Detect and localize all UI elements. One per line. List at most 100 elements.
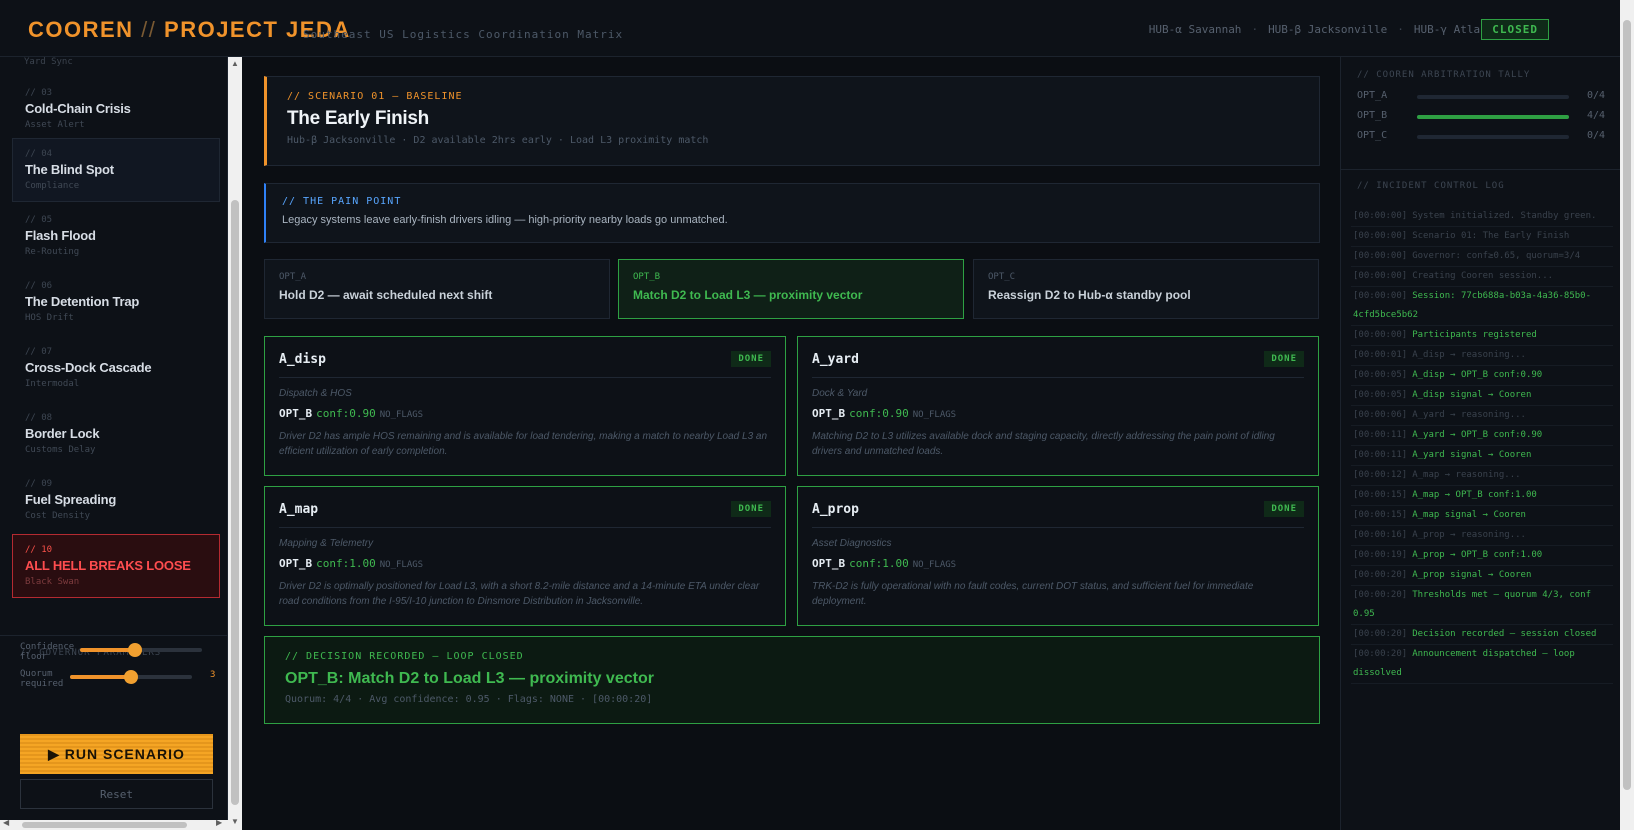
reset-button[interactable]: Reset (20, 779, 213, 809)
option-card-a[interactable]: OPT_A Hold D2 — await scheduled next shi… (264, 259, 610, 319)
scenario-subtitle: Black Swan (25, 577, 80, 587)
tally-label: OPT_B (1357, 110, 1388, 121)
quorum-control: Quorum required 3 (20, 669, 220, 689)
pain-point-text: Legacy systems leave early-finish driver… (282, 214, 728, 226)
vote-option: OPT_B (279, 407, 313, 420)
sidebar-horizontal-scrollbar[interactable]: ◀ ▶ (0, 818, 228, 830)
scrollbar-thumb[interactable] (1623, 20, 1631, 790)
option-card-b[interactable]: OPT_B Match D2 to Load L3 — proximity ve… (618, 259, 964, 319)
vote-flags: NO_FLAGS (379, 560, 424, 570)
brand-name: COOREN (28, 17, 134, 42)
log-timestamp: [00:00:15] (1353, 510, 1408, 520)
log-timestamp: [00:00:01] (1353, 350, 1408, 360)
log-entry: [00:00:20] Announcement dispatched — loop… (1351, 645, 1613, 684)
decision-card: // DECISION RECORDED — LOOP CLOSED OPT_B… (264, 636, 1320, 724)
page-scrollbar[interactable] (1620, 0, 1634, 830)
scroll-right-icon[interactable]: ▶ (216, 818, 222, 827)
log-message: A_prop signal → Cooren (1412, 570, 1532, 580)
scenario-item-07[interactable]: // 07 Cross-Dock Cascade Intermodal (12, 336, 220, 400)
scroll-down-icon[interactable]: ▼ (231, 817, 239, 826)
log-timestamp: [00:00:16] (1353, 530, 1408, 540)
sidebar-scrollbar[interactable]: ▲ ▼ (228, 57, 242, 830)
scenario-number: // 04 (25, 149, 53, 159)
scenario-item-08[interactable]: // 08 Border Lock Customs Delay (12, 402, 220, 466)
agent-role: Mapping & Telemetry (279, 538, 374, 549)
vote-confidence: conf:0.90 (316, 407, 376, 420)
slider-handle[interactable] (127, 643, 142, 657)
confidence-floor-slider[interactable] (80, 643, 202, 657)
agent-status-badge: DONE (1264, 351, 1304, 367)
slider-handle[interactable] (124, 670, 138, 684)
option-card-c[interactable]: OPT_C Reassign D2 to Hub-α standby pool (973, 259, 1319, 319)
log-entry: [00:00:00] Governor: conf≥0.65, quorum=3/… (1351, 247, 1613, 267)
scenario-card: // SCENARIO 01 — BASELINE The Early Fini… (264, 76, 1320, 166)
scenario-subtitle: HOS Drift (25, 313, 74, 323)
log-entry: [00:00:20] A_prop signal → Cooren (1351, 566, 1613, 586)
log-message: A_yard → reasoning... (1412, 410, 1526, 420)
scenario-title: The Detention Trap (25, 294, 140, 309)
vote-flags: NO_FLAGS (379, 410, 424, 420)
incident-log: [00:00:00] System initialized. Standby gr… (1351, 207, 1613, 684)
scenario-item-03[interactable]: // 03 Cold-Chain Crisis Asset Alert (12, 77, 220, 141)
top-bar: COOREN // PROJECT JEDA Southeast US Logi… (0, 0, 1620, 57)
tally-row-opt-b: OPT_B 4/4 (1357, 110, 1605, 124)
status-badge: CLOSED (1481, 19, 1549, 40)
hub-savannah[interactable]: HUB-α Savannah (1149, 23, 1242, 36)
scenario-subtitle: Cost Density (25, 511, 91, 521)
scenario-subtitle: Customs Delay (25, 445, 96, 455)
tally-bar-fill (1417, 115, 1569, 119)
agent-role: Dock & Yard (812, 388, 868, 399)
pain-point-heading: // THE PAIN POINT (282, 196, 402, 207)
log-entry: [00:00:15] A_map → OPT_B conf:1.00 (1351, 486, 1613, 506)
scenario-item-05[interactable]: // 05 Flash Flood Re-Routing (12, 204, 220, 268)
scenario-item-04[interactable]: // 04 The Blind Spot Compliance (12, 138, 220, 202)
tally-row-opt-c: OPT_C 0/4 (1357, 130, 1605, 144)
tally-row-opt-a: OPT_A 0/4 (1357, 90, 1605, 104)
hub-separator: · (1397, 23, 1404, 36)
log-entry: [00:00:00] Scenario 01: The Early Finish (1351, 227, 1613, 247)
log-entry: [00:00:15] A_map signal → Cooren (1351, 506, 1613, 526)
scroll-left-icon[interactable]: ◀ (3, 818, 9, 827)
agent-vote: OPT_B conf:0.90 NO_FLAGS (812, 407, 1304, 420)
scenario-item-06[interactable]: // 06 The Detention Trap HOS Drift (12, 270, 220, 334)
log-message: A_yard → OPT_B conf:0.90 (1412, 430, 1543, 440)
scroll-up-icon[interactable]: ▲ (231, 59, 239, 68)
log-message: A_map → OPT_B conf:1.00 (1412, 490, 1537, 500)
log-message: Governor: conf≥0.65, quorum=3/4 (1412, 251, 1581, 261)
log-entry: [00:00:01] A_disp → reasoning... (1351, 346, 1613, 366)
log-entry: [00:00:11] A_yard → OPT_B conf:0.90 (1351, 426, 1613, 446)
agent-name: A_yard (812, 351, 859, 367)
agent-reasoning: Matching D2 to L3 utilizes available doc… (812, 431, 1275, 457)
log-timestamp: [00:00:00] (1353, 291, 1408, 301)
divider (1341, 169, 1621, 170)
quorum-slider[interactable] (70, 670, 192, 684)
log-timestamp: [00:00:05] (1353, 390, 1408, 400)
agent-status-badge: DONE (731, 351, 771, 367)
scenario-number: // 07 (25, 347, 53, 357)
option-id: OPT_B (633, 272, 661, 282)
agent-card-disp: A_disp DONE Dispatch & HOS OPT_B conf:0.9… (264, 336, 786, 476)
log-entry: [00:00:12] A_map → reasoning... (1351, 466, 1613, 486)
log-message: A_map → reasoning... (1412, 470, 1521, 480)
scrollbar-thumb[interactable] (22, 822, 187, 828)
log-entry: [00:00:00] Participants registered (1351, 326, 1613, 346)
decision-heading: // DECISION RECORDED — LOOP CLOSED (285, 651, 524, 662)
log-timestamp: [00:00:00] (1353, 251, 1408, 261)
scrollbar-thumb[interactable] (231, 200, 239, 805)
vote-flags: NO_FLAGS (912, 410, 957, 420)
option-id: OPT_A (279, 272, 307, 282)
scenario-item-10[interactable]: // 10 ALL HELL BREAKS LOOSE Black Swan (12, 534, 220, 598)
scenario-item-09[interactable]: // 09 Fuel Spreading Cost Density (12, 468, 220, 532)
agent-card-yard: A_yard DONE Dock & Yard OPT_B conf:0.90 NO… (797, 336, 1319, 476)
scenario-number: // 06 (25, 281, 53, 291)
run-scenario-button[interactable]: ▶ RUN SCENARIO (20, 734, 213, 774)
log-message: Participants registered (1412, 330, 1537, 340)
tally-bar (1417, 135, 1569, 139)
option-text: Match D2 to Load L3 — proximity vector (633, 288, 863, 302)
option-text: Hold D2 — await scheduled next shift (279, 288, 493, 302)
log-timestamp: [00:00:19] (1353, 550, 1408, 560)
scenario-number: // 09 (25, 479, 53, 489)
hub-jacksonville[interactable]: HUB-β Jacksonville (1268, 23, 1387, 36)
scenario-subtitle: Re-Routing (25, 247, 80, 257)
log-timestamp: [00:00:20] (1353, 649, 1408, 659)
